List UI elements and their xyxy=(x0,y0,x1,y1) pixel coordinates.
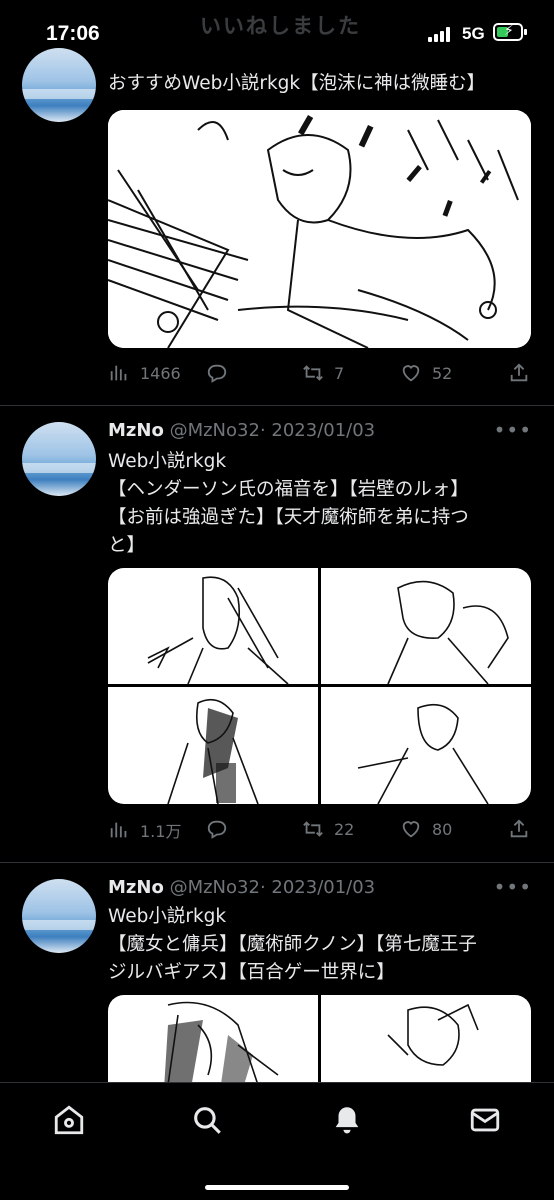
views-count: 1466 xyxy=(140,363,181,383)
sketch-grid-illustration xyxy=(108,995,531,1082)
tweet-image[interactable] xyxy=(108,110,531,348)
home-tab[interactable] xyxy=(52,1103,86,1137)
reply-icon xyxy=(207,820,227,839)
tweet-text-line: Web小説rkgk xyxy=(108,451,227,472)
tweet-actions: 1.1万 22 80 xyxy=(108,818,532,846)
handle[interactable]: @MzNo32 xyxy=(170,420,260,441)
tweet-date[interactable]: · 2023/01/03 xyxy=(260,877,375,898)
tweet-image-grid[interactable] xyxy=(108,995,531,1082)
reply-button[interactable] xyxy=(206,362,228,384)
search-icon xyxy=(194,1107,221,1134)
tweet[interactable]: MzNo @MzNo32· 2023/01/03 ••• Web小説rkgk 【… xyxy=(0,863,554,1082)
like-count: 52 xyxy=(432,363,453,383)
tweet-header: MzNo @MzNo32· 2023/01/03 xyxy=(108,420,375,441)
messages-tab[interactable] xyxy=(468,1103,502,1137)
bottom-nav-bar xyxy=(0,1082,554,1200)
search-tab[interactable] xyxy=(190,1103,224,1137)
tweet-text-line: 【お前は強過ぎた】【天才魔術師を弟に持つ xyxy=(108,507,469,528)
retweet-icon xyxy=(303,365,323,381)
tweet-text-line: と】 xyxy=(108,535,146,556)
notifications-icon xyxy=(335,1107,359,1134)
avatar[interactable] xyxy=(22,48,96,122)
sketch-grid-illustration xyxy=(108,568,531,804)
tweet-text-line: 【ヘンダーソン氏の福音を】【岩壁のルォ】 xyxy=(108,479,469,500)
display-name[interactable]: MzNo xyxy=(108,877,164,898)
tweet-text-line: ジルバギアス】【百合ゲー世界に】 xyxy=(108,962,395,983)
tweet-text: Web小説rkgk 【魔女と傭兵】【魔術師クノン】【第七魔王子 ジルバギアス】【… xyxy=(108,903,532,987)
display-name[interactable]: MzNo xyxy=(108,420,164,441)
views-button[interactable]: 1.1万 xyxy=(108,818,181,842)
like-count: 80 xyxy=(432,819,453,839)
tweet-actions: 1466 7 52 xyxy=(108,362,532,390)
views-icon xyxy=(110,822,127,838)
retweet-icon xyxy=(303,821,323,837)
like-button[interactable]: 80 xyxy=(400,818,452,840)
share-icon xyxy=(510,819,528,838)
handle[interactable]: @MzNo32 xyxy=(170,877,260,898)
tweet-image-grid[interactable] xyxy=(108,568,531,804)
share-button[interactable] xyxy=(508,818,530,840)
tweet-header: MzNo @MzNo32· 2023/01/03 xyxy=(108,877,375,898)
home-icon xyxy=(54,1105,84,1135)
tweet[interactable]: MzNo @MzNo32· 2023/01/03 ••• Web小説rkgk 【… xyxy=(0,406,554,862)
tweet-text-line: 【魔女と傭兵】【魔術師クノン】【第七魔王子 xyxy=(108,934,477,955)
heart-icon xyxy=(402,365,420,382)
tweet-text-line: Web小説rkgk xyxy=(108,906,227,927)
views-count: 1.1万 xyxy=(140,822,182,841)
sketch-illustration xyxy=(108,110,531,348)
avatar[interactable] xyxy=(22,422,96,496)
avatar[interactable] xyxy=(22,879,96,953)
tweet[interactable]: おすすめWeb小説rkgk【泡沫に神は微睡む】 1466 7 52 xyxy=(0,0,554,405)
share-icon xyxy=(510,363,528,382)
notifications-tab[interactable] xyxy=(330,1103,364,1137)
retweet-count: 22 xyxy=(334,819,355,839)
share-button[interactable] xyxy=(508,362,530,384)
home-indicator[interactable] xyxy=(205,1185,349,1190)
heart-icon xyxy=(402,821,420,838)
views-button[interactable]: 1466 xyxy=(108,362,181,384)
tweet-text: おすすめWeb小説rkgk【泡沫に神は微睡む】 xyxy=(108,73,486,94)
tweet-text: Web小説rkgk 【ヘンダーソン氏の福音を】【岩壁のルォ】 【お前は強過ぎた】… xyxy=(108,448,532,560)
retweet-count: 7 xyxy=(334,363,345,383)
messages-icon xyxy=(470,1108,500,1132)
like-button[interactable]: 52 xyxy=(400,362,452,384)
tweet-date[interactable]: · 2023/01/03 xyxy=(260,420,375,441)
retweet-button[interactable]: 22 xyxy=(302,818,354,840)
more-options-button[interactable]: ••• xyxy=(494,875,532,899)
retweet-button[interactable]: 7 xyxy=(302,362,344,384)
more-options-button[interactable]: ••• xyxy=(494,418,532,442)
reply-icon xyxy=(207,364,227,383)
reply-button[interactable] xyxy=(206,818,228,840)
views-icon xyxy=(110,365,127,381)
